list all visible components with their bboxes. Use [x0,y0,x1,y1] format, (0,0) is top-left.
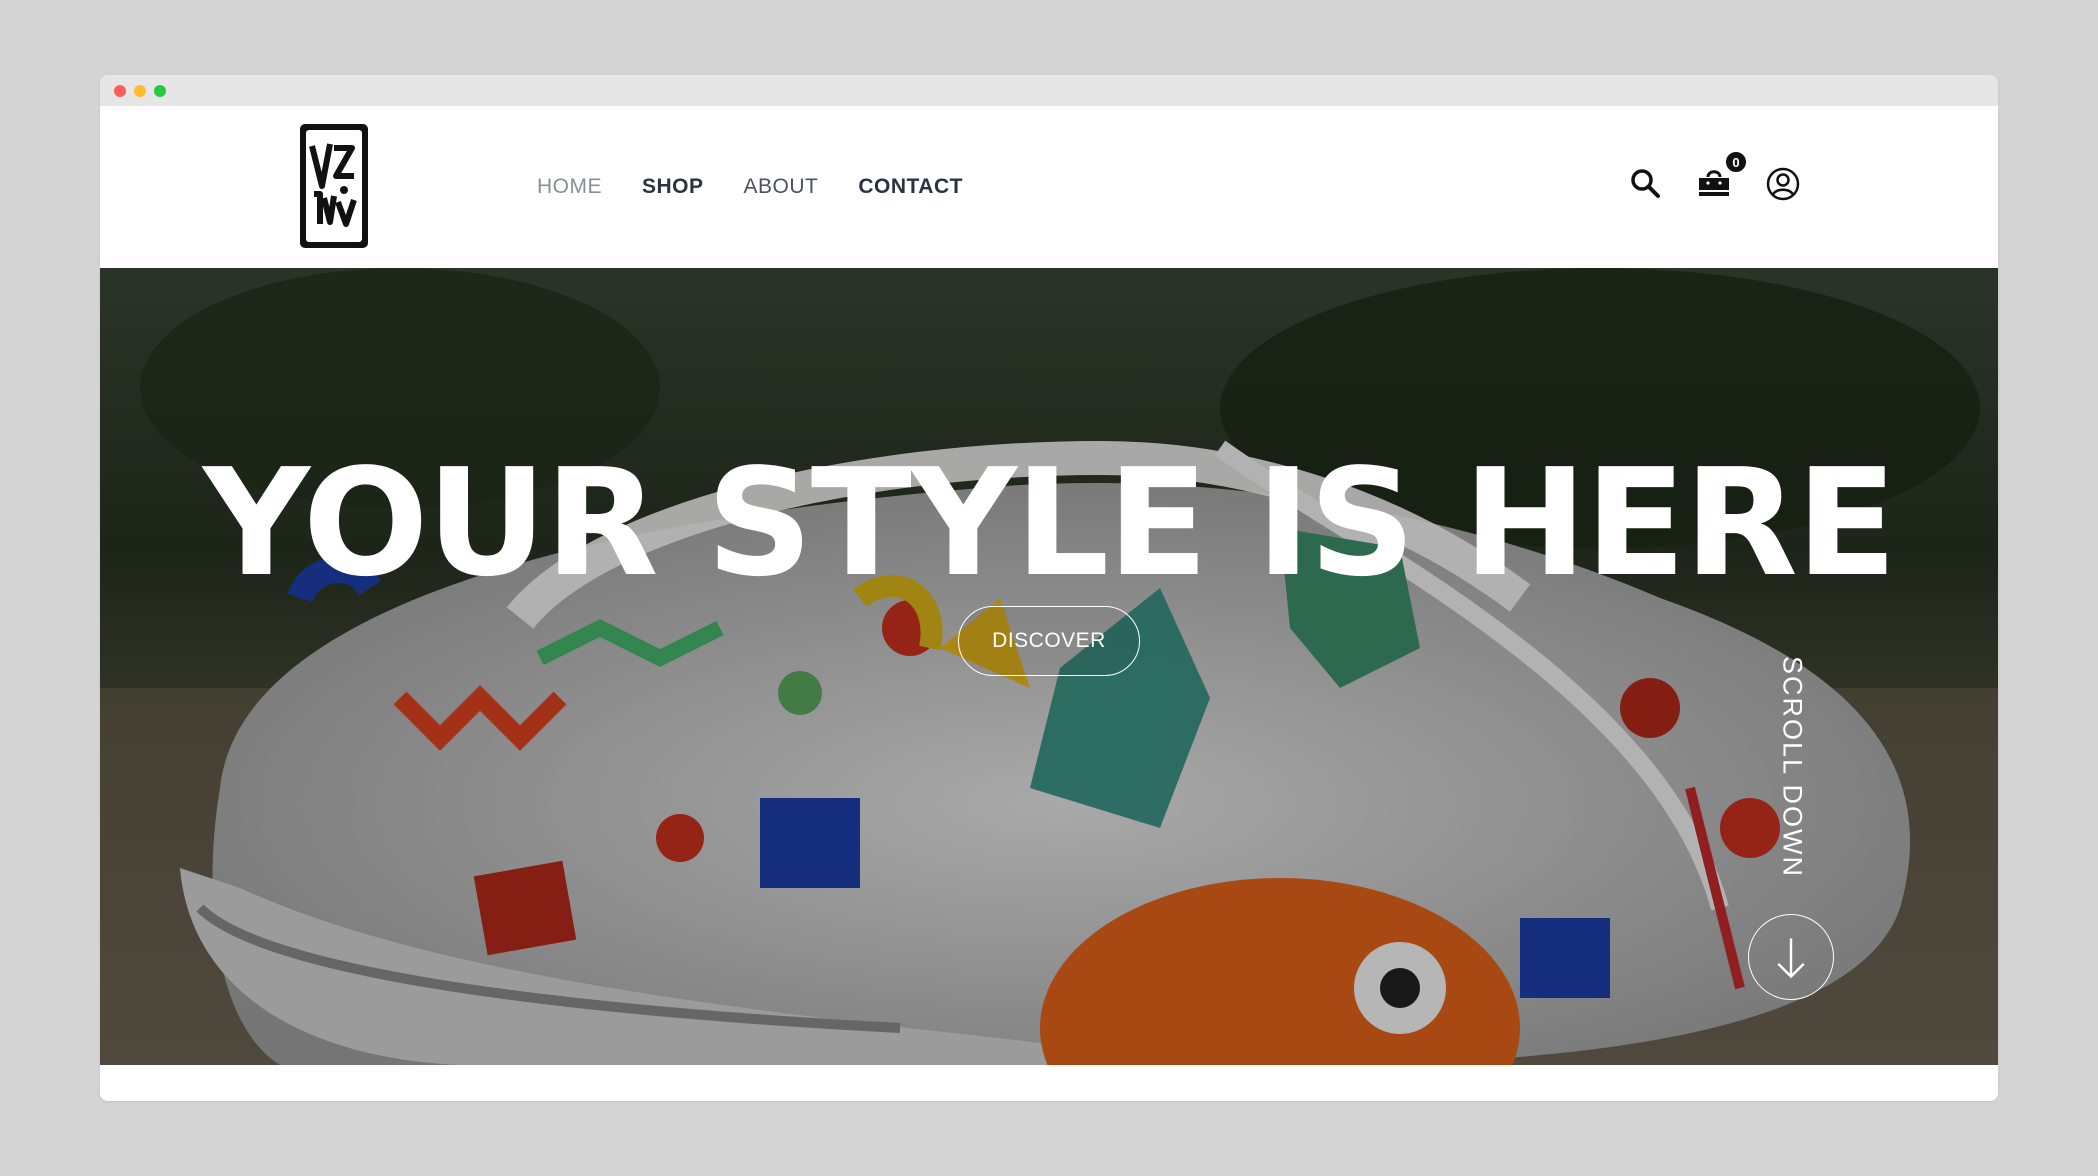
site-header: HOME SHOP ABOUT CONTACT 0 [100,106,1998,268]
cart-count-badge: 0 [1724,150,1748,174]
page-bottom-strip [100,1065,1998,1101]
arrow-down-icon [1777,938,1805,979]
hero-title: YOUR STYLE IS HERE [202,437,1897,610]
minimize-window-icon[interactable] [134,85,146,97]
brand-logo-icon [309,143,357,227]
nav-contact-link[interactable]: CONTACT [858,175,963,199]
discover-button[interactable]: DISCOVER [958,606,1140,676]
brand-logo[interactable] [300,124,368,248]
nav-shop-link[interactable]: SHOP [642,175,704,199]
user-circle-icon [1766,167,1800,201]
search-icon [1631,169,1660,198]
browser-window: HOME SHOP ABOUT CONTACT 0 YOUR STYLE IS … [100,75,1998,1101]
scroll-down-button[interactable] [1748,914,1834,1000]
nav-about-link[interactable]: ABOUT [744,175,819,199]
hero-banner: YOUR STYLE IS HERE DISCOVER SCROLL DOWN [100,268,1998,1065]
close-window-icon[interactable] [114,85,126,97]
main-nav: HOME SHOP ABOUT CONTACT [537,106,1003,268]
window-titlebar [100,75,1998,106]
nav-home-link[interactable]: HOME [537,175,602,199]
scroll-down-label: SCROLL DOWN [1777,656,1808,879]
account-button[interactable] [1763,164,1803,204]
maximize-window-icon[interactable] [154,85,166,97]
search-button[interactable] [1626,164,1666,204]
